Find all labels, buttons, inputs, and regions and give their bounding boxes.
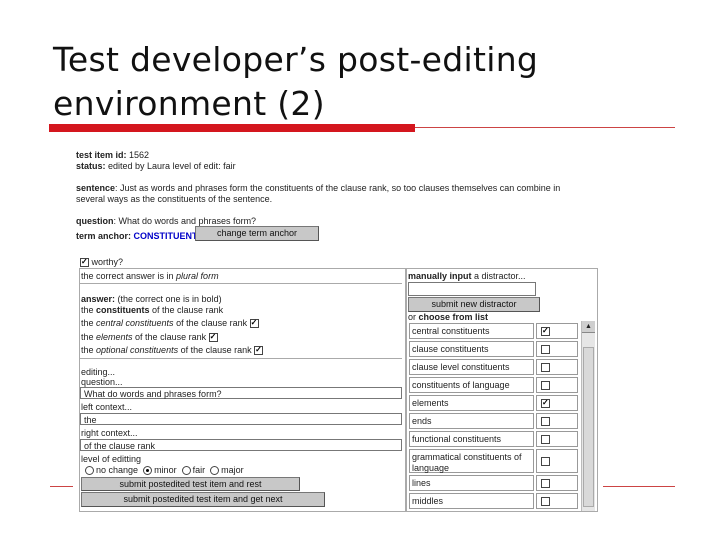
row-divider [80,283,402,284]
choose-from-list-label: or choose from list [408,312,489,322]
distractor-check-cell [536,395,578,411]
level-radio-group: no change minor fair major [85,465,244,476]
submit-and-next-button[interactable]: submit postedited test item and get next [81,492,325,507]
radio-fair[interactable] [181,466,191,476]
answer-option: the elements of the clause rank [81,332,218,343]
editing-label: editing... [81,367,116,377]
distractor-name: clause level constituents [409,359,534,375]
term-anchor: term anchor: CONSTITUENT [76,231,198,241]
slide-title-line-2: environment (2) [53,84,325,123]
distractor-name: central constituents [409,323,534,339]
question-field-label: question... [81,377,123,387]
footer-divider-left [50,486,75,487]
distractor-checkbox[interactable] [541,457,550,466]
distractor-check-cell [536,475,578,491]
plural-form-note: the correct answer is in plural form [81,271,219,281]
answer-option: the central constituents of the clause r… [81,318,259,329]
left-context-label: left context... [81,402,133,412]
answer-option: the constituents of the clause rank [81,305,224,315]
worthy-row: worthy? [80,257,124,268]
distractor-name: lines [409,475,534,491]
distractor-checkbox[interactable] [541,497,550,506]
distractor-check-cell [536,377,578,393]
distractor-checkbox[interactable] [541,417,550,426]
distractor-check-cell [536,341,578,357]
distractor-name: constituents of language [409,377,534,393]
right-context-input[interactable]: of the clause rank [80,439,402,451]
slide-title-line-1: Test developer’s post-editing [53,40,539,79]
answer-checkbox[interactable] [208,333,218,343]
change-term-anchor-button[interactable]: change term anchor [195,226,319,241]
test-item-id: test item id: 1562 [76,150,150,160]
distractor-checkbox[interactable] [541,435,550,444]
distractor-check-cell [536,493,578,509]
distractor-check-cell [536,413,578,429]
question-input[interactable]: What do words and phrases form? [80,387,402,399]
slide-title: Test developer’s post-editing environmen… [53,38,653,126]
distractor-check-cell [536,359,578,375]
distractor-check-cell [536,449,578,473]
distractor-checkbox[interactable] [541,363,550,372]
left-context-input[interactable]: the [80,413,402,425]
answer-checkbox[interactable] [254,346,264,356]
radio-minor[interactable] [143,466,153,476]
accent-bar [49,124,415,132]
distractor-input[interactable] [408,282,536,296]
distractor-name: middles [409,493,534,509]
test-item-status: status: edited by Laura level of edit: f… [76,161,236,171]
radio-major[interactable] [210,466,220,476]
answer-header: answer: (the correct one is in bold) [81,294,222,304]
distractor-checkbox[interactable] [541,327,550,336]
manual-input-label: manually input a distractor... [408,271,526,281]
submit-and-rest-button[interactable]: submit postedited test item and rest [81,477,300,491]
distractor-checkbox[interactable] [541,381,550,390]
distractor-name: functional constituents [409,431,534,447]
sentence-line-1: sentence: Just as words and phrases form… [76,183,561,193]
distractor-scrollbar[interactable]: ▲ [581,321,595,511]
distractor-name: ends [409,413,534,429]
row-divider [80,358,402,359]
worthy-checkbox[interactable] [80,258,89,268]
post-editing-screenshot: test item id: 1562 status: edited by Lau… [73,145,603,512]
distractor-name: elements [409,395,534,411]
distractor-checkbox[interactable] [541,479,550,488]
answer-option: the optional constituents of the clause … [81,345,264,356]
distractor-checkbox[interactable] [541,345,550,354]
footer-divider-right [603,486,675,487]
distractor-check-cell [536,431,578,447]
submit-distractor-button[interactable]: submit new distractor [408,297,540,312]
distractor-name: clause constituents [409,341,534,357]
worthy-label: worthy? [91,257,124,267]
answer-checkbox[interactable] [249,319,259,329]
question-text: question: What do words and phrases form… [76,216,257,226]
up-arrow-icon[interactable]: ▲ [582,321,595,333]
radio-no-change[interactable] [85,466,94,476]
distractor-check-cell [536,323,578,339]
distractor-checkbox[interactable] [541,399,550,408]
divider-line [415,127,675,128]
right-context-label: right context... [81,428,138,438]
level-label: level of editting [81,454,142,464]
scroll-thumb[interactable] [583,347,594,507]
distractor-name: grammatical constituents of language [409,449,534,473]
sentence-line-2: several ways as the constituents of the … [76,194,273,204]
